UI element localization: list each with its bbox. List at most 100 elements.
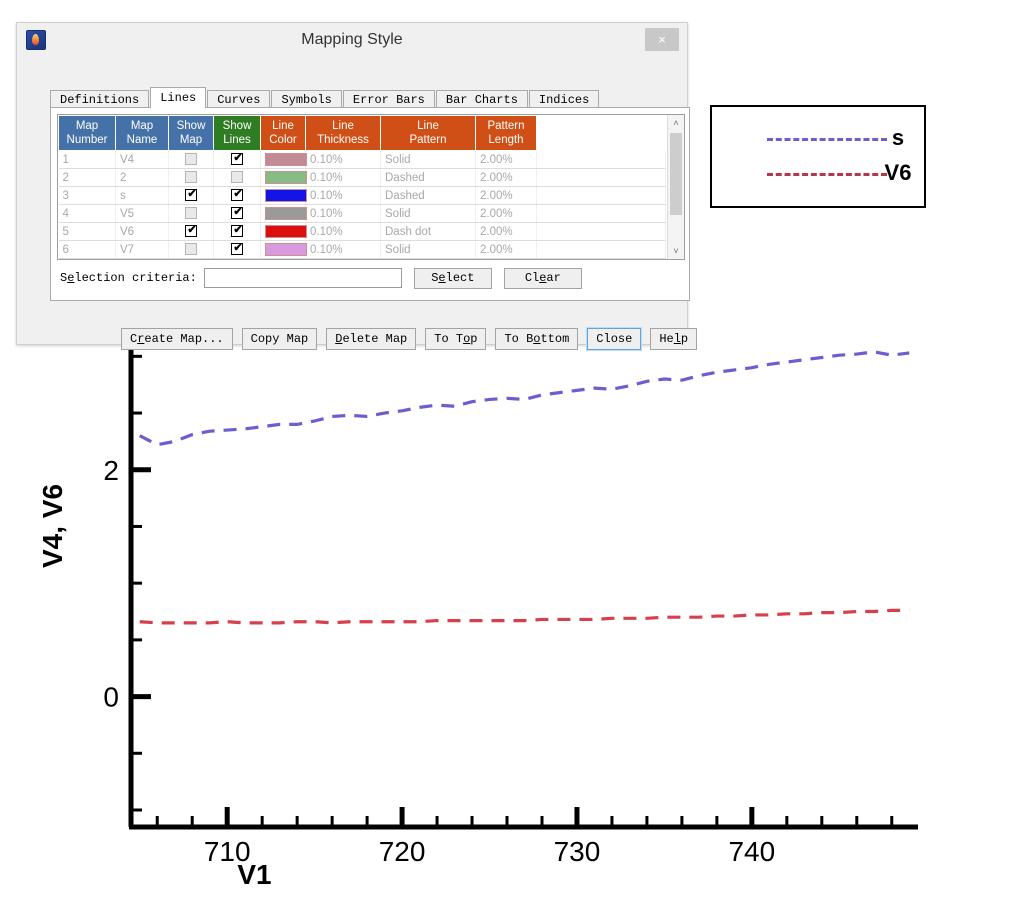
dialog-titlebar[interactable]: Mapping Style × xyxy=(17,23,687,57)
grid-scrollbar[interactable]: ˄ ˅ xyxy=(667,115,684,259)
tab-curves[interactable]: Curves xyxy=(207,90,271,108)
cell-map-name: V4 xyxy=(115,150,169,169)
cell-show-lines[interactable] xyxy=(213,204,261,223)
cell-pattern-length: 2.00% xyxy=(475,240,537,259)
select-button[interactable]: Select xyxy=(413,267,492,289)
cell-show-map[interactable] xyxy=(168,150,214,169)
x-tick-label: 740 xyxy=(728,836,775,867)
cell-filler xyxy=(536,204,666,223)
cell-show-map[interactable] xyxy=(168,186,214,205)
cell-show-map[interactable] xyxy=(168,204,214,223)
cell-line-thickness: 0.10% xyxy=(305,168,381,187)
column-header-map-number[interactable]: Map Number xyxy=(58,115,116,151)
close-icon[interactable]: × xyxy=(645,28,679,51)
cell-line-color[interactable] xyxy=(260,150,307,169)
copy-map-button[interactable]: Copy Map xyxy=(241,328,318,350)
cell-line-pattern: Dashed xyxy=(380,186,476,205)
column-header-pattern-length[interactable]: Pattern Length xyxy=(475,115,537,151)
y-tick-label: 0 xyxy=(103,682,119,713)
chart-legend: s V6 xyxy=(710,105,926,208)
series-line-V6 xyxy=(139,608,910,625)
scroll-up-icon[interactable]: ˄ xyxy=(668,115,684,131)
selection-criteria-row: Selection criteria: Select Clear xyxy=(60,266,582,290)
cell-map-number: 6 xyxy=(58,240,116,259)
table-row[interactable]: 2 2 0.10% Dashed 2.00% xyxy=(58,168,666,187)
cell-show-lines[interactable] xyxy=(213,168,261,187)
cell-map-number: 4 xyxy=(58,204,116,223)
cell-show-lines[interactable] xyxy=(213,150,261,169)
cell-show-lines[interactable] xyxy=(213,186,261,205)
cell-line-color[interactable] xyxy=(260,186,307,205)
cell-map-name: V5 xyxy=(115,204,169,223)
cell-line-color[interactable] xyxy=(260,204,307,223)
tab-indices[interactable]: Indices xyxy=(528,90,600,108)
table-row[interactable]: 4V5 0.10%Solid2.00% xyxy=(58,204,666,223)
legend-line-1 xyxy=(767,173,887,176)
x-tick-label: 720 xyxy=(379,836,426,867)
table-row[interactable]: 1V4 0.10%Solid2.00% xyxy=(58,150,666,169)
cell-pattern-length: 2.00% xyxy=(475,222,537,241)
clear-button[interactable]: Clear xyxy=(503,267,582,289)
maps-grid[interactable]: Map Number Map Name Show Map Show Lines Line Colo… xyxy=(57,114,685,260)
legend-line-0 xyxy=(767,138,887,141)
cell-show-map[interactable] xyxy=(168,168,214,187)
column-header-show-lines[interactable]: Show Lines xyxy=(213,115,261,151)
table-header-row: Map Number Map Name Show Map Show Lines Line Colo… xyxy=(58,115,666,151)
cell-map-name: s xyxy=(115,186,169,205)
table-row[interactable]: 6V7 0.10%Solid2.00% xyxy=(58,240,666,259)
cell-filler xyxy=(536,240,666,259)
cell-line-color[interactable] xyxy=(260,222,307,241)
column-header-line-thickness[interactable]: Line Thickness xyxy=(305,115,381,151)
y-axis-title-text: V4, V6 xyxy=(37,484,68,568)
legend-item-1: V6 xyxy=(712,160,928,190)
tab-bar-charts[interactable]: Bar Charts xyxy=(435,90,528,108)
cell-line-pattern: Dash dot xyxy=(380,222,476,241)
cell-map-name: V7 xyxy=(115,240,169,259)
cell-show-map[interactable] xyxy=(168,240,214,259)
cell-filler xyxy=(536,186,666,205)
tab-symbols[interactable]: Symbols xyxy=(271,90,342,108)
cell-line-color[interactable] xyxy=(260,168,307,187)
column-header-map-name[interactable]: Map Name xyxy=(115,115,169,151)
cell-pattern-length: 2.00% xyxy=(475,204,537,223)
column-header-line-pattern[interactable]: Line Pattern xyxy=(380,115,476,151)
cell-line-pattern: Solid xyxy=(380,204,476,223)
cell-show-map[interactable] xyxy=(168,222,214,241)
cell-map-number: 1 xyxy=(58,150,116,169)
cell-line-color[interactable] xyxy=(260,240,307,259)
scrollbar-thumb[interactable] xyxy=(670,133,682,215)
close-button[interactable]: Close xyxy=(586,327,643,351)
tab-error-bars[interactable]: Error Bars xyxy=(342,90,435,108)
cell-show-lines[interactable] xyxy=(213,240,261,259)
cell-map-number: 3 xyxy=(58,186,116,205)
cell-line-thickness: 0.10% xyxy=(305,222,381,241)
dialog-button-bar: Create Map... Copy Map Delete Map To Top To … xyxy=(121,327,706,351)
table-row[interactable]: 3s 0.10%Dashed2.00% xyxy=(58,186,666,205)
x-tick-label: 730 xyxy=(554,836,601,867)
tab-lines[interactable]: Lines xyxy=(150,87,207,108)
create-map-button[interactable]: Create Map... xyxy=(121,328,233,350)
scroll-down-icon[interactable]: ˅ xyxy=(668,243,684,259)
selection-criteria-input[interactable] xyxy=(203,268,402,288)
to-bottom-button[interactable]: To Bottom xyxy=(495,328,579,350)
column-header-show-map[interactable]: Show Map xyxy=(168,115,214,151)
legend-label-0: s xyxy=(891,125,905,150)
legend-label-1: V6 xyxy=(884,160,912,185)
cell-line-thickness: 0.10% xyxy=(305,240,381,259)
table-body: 1V40.10%Solid2.00%220.10%Dashed2.00%3s0.… xyxy=(58,150,666,259)
cell-line-pattern: Dashed xyxy=(380,168,476,187)
help-button[interactable]: Help xyxy=(650,328,698,350)
cell-line-pattern: Solid xyxy=(380,240,476,259)
column-header-line-color[interactable]: Line Color xyxy=(260,115,306,151)
cell-line-thickness: 0.10% xyxy=(305,186,381,205)
cell-show-lines[interactable] xyxy=(213,222,261,241)
cell-map-number: 2 xyxy=(58,168,116,187)
dialog-title: Mapping Style xyxy=(301,31,403,48)
table-row[interactable]: 5V6 0.10%Dash dot2.00% xyxy=(58,222,666,241)
tab-definitions[interactable]: Definitions xyxy=(50,90,150,108)
x-axis-title: V1 xyxy=(237,859,271,890)
delete-map-button[interactable]: Delete Map xyxy=(326,328,417,350)
cell-filler xyxy=(536,168,666,187)
y-tick-label: 2 xyxy=(103,455,119,486)
to-top-button[interactable]: To Top xyxy=(425,328,487,350)
